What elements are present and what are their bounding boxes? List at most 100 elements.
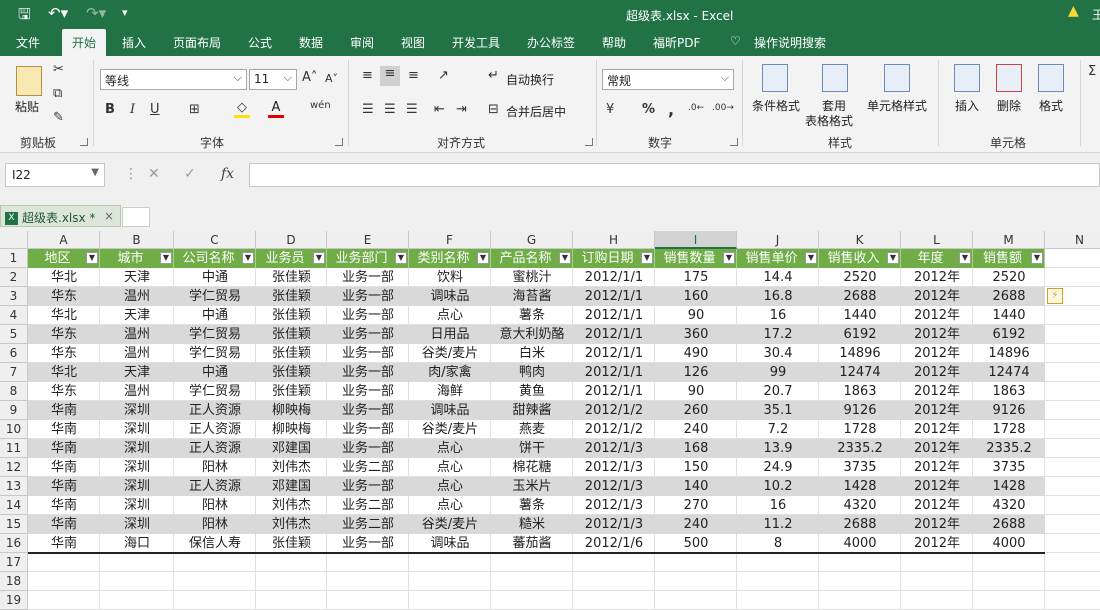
cell-styles-button[interactable]: 单元格样式 (867, 97, 927, 114)
table-cell[interactable]: 华东 (28, 382, 100, 401)
tab-insert[interactable]: 插入 (122, 34, 146, 51)
table-cell[interactable]: 2688 (819, 287, 901, 306)
table-cell[interactable]: 学仁贸易 (174, 344, 256, 363)
table-cell[interactable]: 意大利奶酪 (491, 325, 573, 344)
user-initial[interactable]: 王 (1092, 6, 1100, 23)
insert-cells-button[interactable]: 插入 (955, 97, 979, 114)
table-cell[interactable]: 2012/1/2 (573, 401, 655, 420)
table-cell[interactable]: 柳映梅 (256, 401, 327, 420)
percent-button[interactable]: % (642, 102, 655, 117)
row-header[interactable]: 1 (0, 249, 28, 268)
filter-dropdown-icon[interactable]: ▼ (1031, 252, 1043, 264)
table-cell[interactable]: 谷类/麦片 (409, 344, 491, 363)
paste-button[interactable]: 粘贴 (15, 98, 39, 115)
filter-dropdown-icon[interactable]: ▼ (887, 252, 899, 264)
table-cell[interactable]: 中通 (174, 363, 256, 382)
column-header[interactable]: D (256, 231, 327, 249)
insert-function-button[interactable]: fx (221, 166, 234, 182)
table-cell[interactable]: 2012/1/3 (573, 439, 655, 458)
table-header-cell[interactable]: 业务部门 ▼ (327, 249, 409, 268)
select-all-button[interactable] (0, 231, 28, 249)
table-cell[interactable]: 9126 (819, 401, 901, 420)
alignment-launcher-icon[interactable] (585, 138, 593, 146)
font-size-select[interactable]: 11 ⌵ (249, 69, 297, 90)
row-header[interactable]: 12 (0, 458, 28, 477)
table-cell[interactable]: 业务一部 (327, 439, 409, 458)
table-cell[interactable]: 490 (655, 344, 737, 363)
table-cell[interactable]: 柳映梅 (256, 420, 327, 439)
table-cell[interactable]: 张佳颖 (256, 534, 327, 553)
table-cell[interactable]: 6192 (819, 325, 901, 344)
table-cell[interactable]: 华南 (28, 515, 100, 534)
table-cell[interactable]: 2335.2 (973, 439, 1045, 458)
tab-help[interactable]: 帮助 (602, 34, 626, 51)
tab-data[interactable]: 数据 (299, 34, 323, 51)
row-header[interactable]: 16 (0, 534, 28, 553)
phonetic-icon[interactable]: wén (310, 100, 331, 111)
table-cell[interactable]: 2520 (819, 268, 901, 287)
table-cell[interactable]: 业务一部 (327, 325, 409, 344)
column-header[interactable]: C (174, 231, 256, 249)
table-header-cell[interactable]: 公司名称 ▼ (174, 249, 256, 268)
table-cell[interactable]: 4320 (973, 496, 1045, 515)
table-cell[interactable]: 海鲜 (409, 382, 491, 401)
table-cell[interactable]: 126 (655, 363, 737, 382)
table-cell[interactable]: 天津 (100, 268, 174, 287)
table-cell[interactable]: 4320 (819, 496, 901, 515)
cancel-icon[interactable]: ✕ (148, 166, 160, 182)
delete-cells-icon[interactable] (996, 64, 1022, 92)
table-cell[interactable]: 2012/1/1 (573, 287, 655, 306)
table-cell[interactable]: 16 (737, 496, 819, 515)
delete-cells-button[interactable]: 删除 (997, 97, 1021, 114)
row-header[interactable]: 19 (0, 591, 28, 610)
table-cell[interactable]: 保信人寿 (174, 534, 256, 553)
table-cell[interactable]: 1428 (819, 477, 901, 496)
table-cell[interactable]: 2012年 (901, 363, 973, 382)
table-cell[interactable]: 1863 (819, 382, 901, 401)
increase-font-icon[interactable]: A˄ (302, 70, 317, 85)
table-cell[interactable]: 2012/1/3 (573, 515, 655, 534)
table-cell[interactable]: 2012年 (901, 344, 973, 363)
row-header[interactable]: 3 (0, 287, 28, 306)
table-cell[interactable]: 4000 (973, 534, 1045, 553)
row-header[interactable]: 13 (0, 477, 28, 496)
table-cell[interactable]: 业务一部 (327, 401, 409, 420)
row-header[interactable]: 10 (0, 420, 28, 439)
format-cells-button[interactable]: 格式 (1039, 97, 1063, 114)
table-cell[interactable]: 温州 (100, 287, 174, 306)
table-cell[interactable]: 海口 (100, 534, 174, 553)
accounting-format-icon[interactable]: ¥ (606, 102, 614, 117)
column-header[interactable]: M (973, 231, 1045, 249)
table-cell[interactable]: 华南 (28, 458, 100, 477)
table-cell[interactable]: 深圳 (100, 515, 174, 534)
table-cell[interactable]: 深圳 (100, 458, 174, 477)
table-cell[interactable]: 2688 (819, 515, 901, 534)
table-cell[interactable]: 刘伟杰 (256, 515, 327, 534)
filter-dropdown-icon[interactable]: ▼ (242, 252, 254, 264)
row-header[interactable]: 6 (0, 344, 28, 363)
table-cell[interactable]: 玉米片 (491, 477, 573, 496)
table-cell[interactable]: 2012年 (901, 496, 973, 515)
align-middle-icon[interactable]: ≡ (380, 66, 400, 86)
table-header-cell[interactable]: 销售额 ▼ (973, 249, 1045, 268)
table-cell[interactable]: 1863 (973, 382, 1045, 401)
table-cell[interactable]: 正人资源 (174, 477, 256, 496)
table-cell[interactable]: 温州 (100, 325, 174, 344)
enter-icon[interactable]: ✓ (184, 166, 196, 182)
table-cell[interactable]: 业务一部 (327, 268, 409, 287)
table-cell[interactable]: 2012/1/3 (573, 477, 655, 496)
table-cell[interactable]: 刘伟杰 (256, 496, 327, 515)
table-cell[interactable]: 13.9 (737, 439, 819, 458)
table-cell[interactable]: 燕麦 (491, 420, 573, 439)
close-icon[interactable]: × (104, 209, 114, 223)
table-cell[interactable]: 华北 (28, 306, 100, 325)
table-cell[interactable]: 业务一部 (327, 534, 409, 553)
table-cell[interactable]: 2012/1/1 (573, 382, 655, 401)
table-cell[interactable]: 糙米 (491, 515, 573, 534)
row-header[interactable]: 17 (0, 553, 28, 572)
table-cell[interactable]: 17.2 (737, 325, 819, 344)
number-launcher-icon[interactable] (730, 138, 738, 146)
table-cell[interactable]: 天津 (100, 306, 174, 325)
table-header-cell[interactable]: 订购日期 ▼ (573, 249, 655, 268)
number-format-select[interactable]: 常规 ⌵ (602, 69, 734, 90)
